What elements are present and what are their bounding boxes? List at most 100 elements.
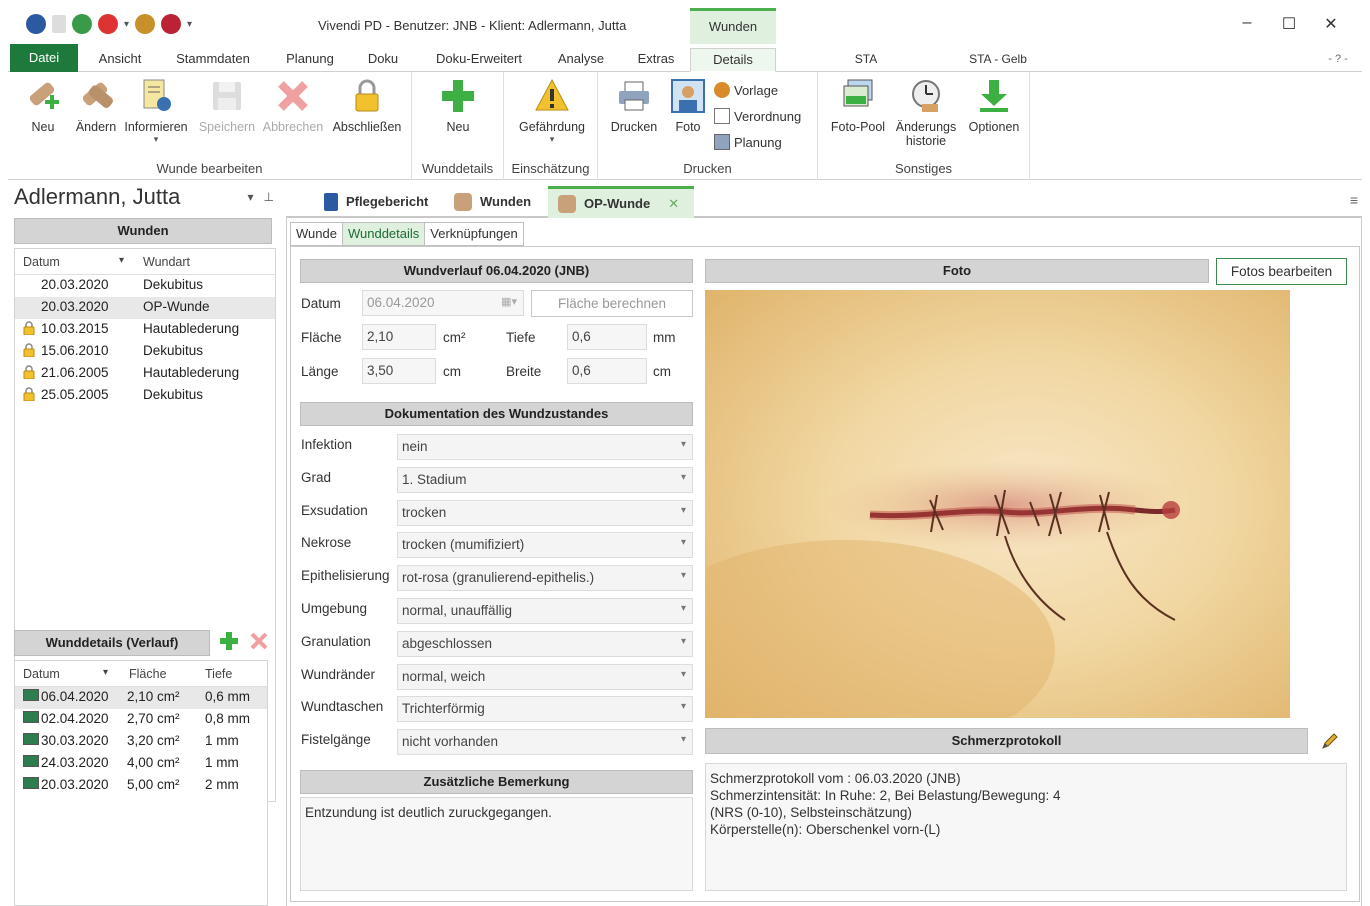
doku-dropdown[interactable]: nein (397, 434, 693, 460)
subtab-verknuepfungen[interactable]: Verknüpfungen (424, 222, 524, 246)
tab-wunden[interactable]: Wunden (444, 186, 544, 218)
table-row[interactable]: 02.04.2020 2,70 cm² 0,8 mm (15, 709, 267, 731)
help-controls[interactable]: - ? - (1318, 48, 1358, 72)
tab-doku-erweitert[interactable]: Doku-Erweitert (424, 48, 534, 72)
doku-dropdown[interactable]: Trichterförmig (397, 696, 693, 723)
dropdown-icon[interactable]: ▾ (124, 19, 129, 30)
datum-label: Datum (301, 296, 341, 311)
neu-button[interactable]: Neu (20, 78, 66, 134)
col-verlauf-datum[interactable]: Datum (23, 667, 60, 681)
prescription-icon (714, 108, 730, 124)
doku-dropdown[interactable]: rot-rosa (granulierend-epithelis.) (397, 565, 693, 592)
edit-pencil-icon[interactable] (1320, 731, 1340, 754)
aendern-button[interactable]: Ändern (68, 78, 124, 134)
table-row[interactable]: 24.03.2020 4,00 cm² 1 mm (15, 753, 267, 775)
neu-details-button[interactable]: Neu (438, 78, 478, 134)
flaeche-field[interactable]: 2,10 (362, 324, 436, 350)
table-row[interactable]: 20.03.2020 Dekubitus (15, 275, 275, 297)
table-row[interactable]: 20.03.2020 5,00 cm² 2 mm (15, 775, 267, 797)
informieren-dropdown-icon[interactable]: ▾ (120, 134, 192, 145)
tiefe-field[interactable]: 0,6 (567, 324, 647, 350)
gefaehrdung-button[interactable]: Gefährdung ▾ (512, 78, 592, 145)
ribbon: Neu Ändern Informieren ▾ Speichern Abbre… (8, 72, 1362, 180)
menu-icon[interactable]: ≡ (1350, 192, 1358, 208)
link-icon[interactable] (161, 14, 182, 34)
tab-details[interactable]: Details (690, 48, 776, 72)
breite-field[interactable]: 0,6 (567, 358, 647, 384)
planung-button[interactable]: Planung (714, 134, 782, 150)
doku-dropdown[interactable]: normal, weich (397, 663, 693, 690)
delete-verlauf-icon[interactable] (248, 630, 270, 655)
gefaehrdung-dropdown-icon[interactable]: ▾ (512, 134, 592, 145)
app-logo-icon[interactable] (26, 14, 46, 34)
table-row[interactable]: 06.04.2020 2,10 cm² 0,6 mm (15, 687, 267, 709)
laenge-field[interactable]: 3,50 (362, 358, 436, 384)
close-tab-icon[interactable]: ✕ (668, 189, 679, 219)
tab-doku[interactable]: Doku (358, 48, 408, 72)
aenderungshistorie-button[interactable]: Änderungs historie (892, 78, 960, 148)
doku-dropdown[interactable]: trocken (mumifiziert) (397, 532, 693, 559)
sta-label[interactable]: STA (846, 48, 886, 72)
foto-pool-button[interactable]: Foto-Pool (826, 78, 890, 134)
datum-field[interactable]: 06.04.2020 ▦▾ (362, 290, 524, 316)
globe-icon[interactable] (72, 14, 92, 34)
calendar-icon[interactable]: ▦▾ (501, 295, 517, 308)
table-row[interactable]: 30.03.2020 3,20 cm² 1 mm (15, 731, 267, 753)
table-row[interactable]: 25.05.2005 Dekubitus (15, 385, 275, 407)
edit-wound-icon (78, 78, 114, 114)
flaeche-berechnen-button[interactable]: Fläche berechnen (531, 290, 693, 317)
optionen-button[interactable]: Optionen (962, 78, 1026, 134)
doku-label: Epithelisierung (301, 568, 390, 584)
tab-extras[interactable]: Extras (628, 48, 684, 72)
doku-dropdown[interactable]: nicht vorhanden (397, 729, 693, 756)
minimize-button[interactable]: – (1226, 14, 1268, 34)
table-row[interactable]: 20.03.2020 OP-Wunde (15, 297, 275, 319)
drucken-button[interactable]: Drucken (606, 78, 662, 134)
vorlage-button[interactable]: Vorlage (714, 82, 778, 98)
doku-dropdown[interactable]: trocken (397, 499, 693, 526)
record-icon[interactable] (98, 14, 118, 34)
sta-gelb-label[interactable]: STA - Gelb (958, 48, 1038, 72)
table-row[interactable]: 10.03.2015 Hautablederung (15, 319, 275, 341)
maximize-button[interactable]: ☐ (1268, 14, 1310, 34)
tab-datei[interactable]: Datei (10, 44, 78, 72)
doku-dropdown[interactable]: 1. Stadium (397, 466, 693, 493)
abbrechen-button[interactable]: Abbrechen (260, 78, 326, 134)
photo-thumbnail-icon (23, 777, 39, 789)
doku-dropdown[interactable]: abgeschlossen (397, 630, 693, 657)
tab-analyse[interactable]: Analyse (550, 48, 612, 72)
verlauf-datum: 24.03.2020 (41, 755, 109, 770)
tab-pflegebericht[interactable]: Pflegebericht (314, 186, 440, 218)
verordnung-button[interactable]: Verordnung (714, 108, 801, 124)
subtab-wunde[interactable]: Wunde (290, 222, 342, 246)
tab-stammdaten[interactable]: Stammdaten (168, 48, 258, 72)
history-icon (908, 78, 944, 114)
doku-dropdown[interactable]: normal, unauffällig (397, 598, 693, 624)
table-row[interactable]: 15.06.2010 Dekubitus (15, 341, 275, 363)
tab-op-wunde[interactable]: OP-Wunde ✕ (548, 186, 694, 218)
subtab-wunddetails[interactable]: Wunddetails (341, 222, 425, 246)
verlauf-sort-icon[interactable]: ▾ (103, 667, 108, 678)
sort-icon[interactable]: ▾ (119, 255, 124, 266)
col-datum[interactable]: Datum (23, 255, 60, 269)
informieren-button[interactable]: Informieren ▾ (120, 78, 192, 145)
abschliessen-button[interactable]: Abschließen (328, 78, 406, 134)
breite-label: Breite (506, 364, 542, 379)
bemerkung-textarea[interactable]: Entzundung ist deutlich zuruckgegangen. (300, 797, 693, 891)
tab-planung[interactable]: Planung (278, 48, 342, 72)
col-flaeche[interactable]: Fläche (129, 667, 167, 681)
doku-label: Exsudation (301, 502, 368, 518)
add-verlauf-icon[interactable] (218, 630, 240, 655)
close-button[interactable]: ✕ (1310, 14, 1352, 34)
col-tiefe[interactable]: Tiefe (205, 667, 232, 681)
customize-qat-icon[interactable]: ▾ (187, 19, 192, 30)
tab-ansicht[interactable]: Ansicht (88, 48, 152, 72)
foto-button[interactable]: Foto (666, 78, 710, 134)
people-icon[interactable] (135, 14, 156, 34)
patient-panel-controls[interactable]: ▾ ⊥ (248, 190, 274, 204)
page-icon[interactable] (52, 15, 66, 33)
speichern-button[interactable]: Speichern (196, 78, 258, 134)
table-row[interactable]: 21.06.2005 Hautablederung (15, 363, 275, 385)
col-wundart[interactable]: Wundart (143, 255, 190, 269)
fotos-bearbeiten-button[interactable]: Fotos bearbeiten (1216, 258, 1347, 285)
